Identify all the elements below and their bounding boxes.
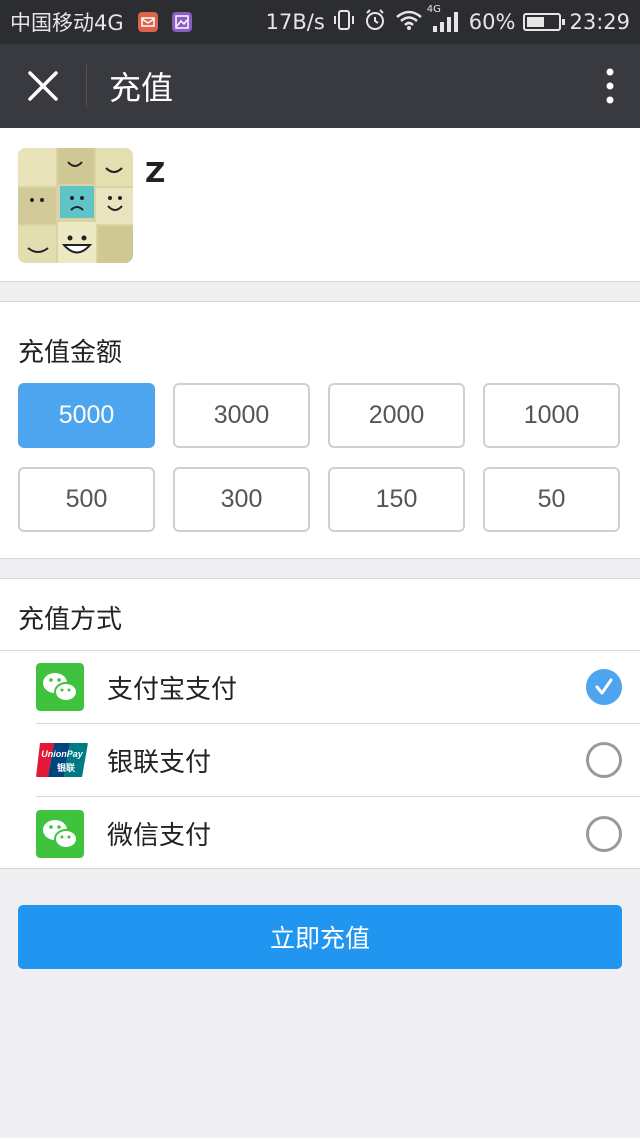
amount-option-500[interactable]: 500 — [18, 467, 155, 532]
vibrate-icon — [333, 8, 355, 37]
unionpay-icon: UnionPay 银联 — [36, 743, 88, 777]
wechat-icon — [36, 809, 84, 858]
payment-method-title: 充值方式 — [18, 605, 123, 635]
nav-divider — [86, 65, 87, 107]
amount-option-2000[interactable]: 2000 — [328, 383, 465, 448]
amount-section-title: 充值金额 — [18, 338, 123, 368]
network-speed: 17B/s — [265, 10, 325, 34]
unionpay-logo-cn: 银联 — [57, 762, 76, 774]
amount-option-50[interactable]: 50 — [483, 467, 620, 532]
radio-unchecked[interactable] — [586, 742, 622, 778]
amount-option-3000[interactable]: 3000 — [173, 383, 310, 448]
radio-unchecked[interactable] — [586, 815, 622, 852]
payment-option-wechat[interactable]: 微信支付 — [36, 797, 640, 870]
battery-icon — [523, 13, 566, 31]
amount-option-300[interactable]: 300 — [173, 467, 310, 532]
checkmark-icon — [595, 678, 613, 695]
status-bar: 中国移动4G 17B/s 4G 60% 23:29 — [0, 0, 640, 44]
payment-option-alipay[interactable]: 支付宝支付 — [36, 651, 640, 724]
mail-notification-icon — [137, 12, 158, 32]
recharge-now-button[interactable]: 立即充值 — [18, 905, 622, 969]
nav-bar: 充值 — [0, 44, 640, 128]
profile-card: Z — [0, 128, 640, 282]
avatar — [18, 148, 133, 263]
more-vertical-icon — [606, 68, 614, 104]
payment-option-unionpay[interactable]: UnionPay 银联 银联支付 — [36, 724, 640, 797]
signal-icon: 4G — [427, 4, 461, 34]
alarm-icon — [363, 8, 387, 37]
radio-checked[interactable] — [586, 669, 622, 705]
more-menu-button[interactable] — [580, 44, 640, 128]
payment-option-label: 支付宝支付 — [107, 674, 238, 705]
payment-method-section: 充值方式 支付宝支付 UnionPay 银联 银联支付 微信支付 — [0, 578, 640, 869]
network-type: 4G — [426, 4, 441, 15]
username: Z — [145, 156, 166, 189]
page-title: 充值 — [109, 69, 174, 107]
payment-option-label: 微信支付 — [107, 821, 212, 851]
close-button[interactable] — [0, 44, 86, 128]
amount-section: 充值金额 5000 3000 2000 1000 500 300 150 50 — [0, 301, 640, 559]
battery-percent: 60% — [468, 10, 516, 34]
amount-option-150[interactable]: 150 — [328, 467, 465, 532]
gallery-notification-icon — [171, 12, 192, 32]
clock: 23:29 — [569, 10, 630, 34]
carrier-label: 中国移动4G — [10, 11, 124, 35]
payment-option-label: 银联支付 — [107, 747, 212, 778]
amount-grid: 5000 3000 2000 1000 500 300 150 50 — [18, 383, 622, 532]
unionpay-logo-text: UnionPay — [41, 749, 84, 759]
amount-option-1000[interactable]: 1000 — [483, 383, 620, 448]
amount-option-5000[interactable]: 5000 — [18, 383, 155, 448]
wifi-icon — [395, 9, 423, 36]
close-icon — [28, 71, 58, 101]
wechat-icon — [36, 663, 84, 711]
payment-method-header: 充值方式 — [0, 579, 640, 651]
